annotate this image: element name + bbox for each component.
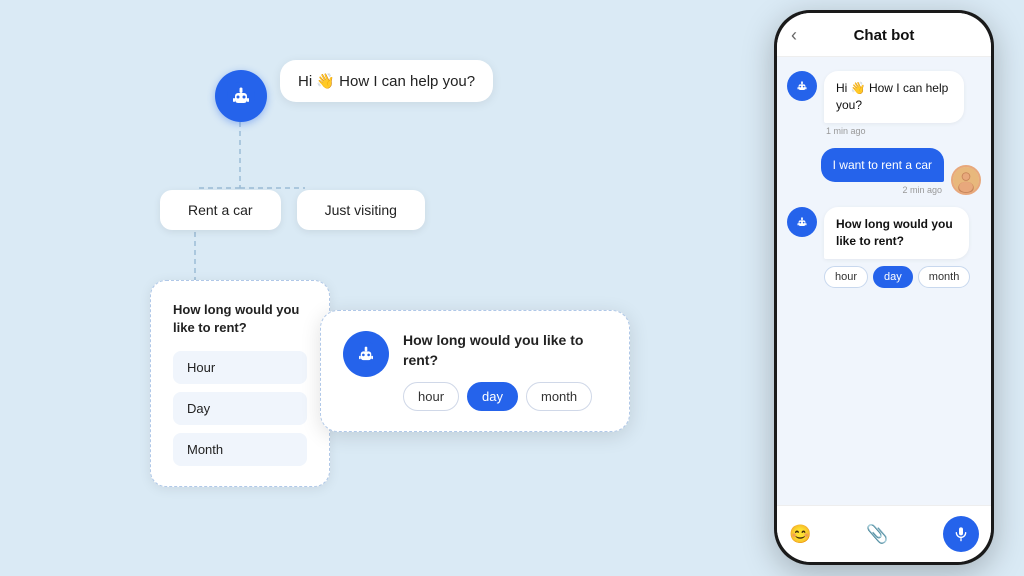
attachment-icon[interactable]: 📎 <box>866 524 888 545</box>
float-bot-icon <box>343 331 389 377</box>
bot-question-row: How long would you like to rent? hour da… <box>787 207 981 288</box>
float-options: hour day month <box>403 382 607 411</box>
float-hour-opt[interactable]: hour <box>403 382 459 411</box>
bot-text-1: Hi 👋 How I can help you? <box>836 81 948 112</box>
day-option[interactable]: Day <box>173 392 307 425</box>
bot-message-1: Hi 👋 How I can help you? 1 min ago <box>787 71 981 136</box>
float-month-opt[interactable]: month <box>526 382 592 411</box>
user-message-1: I want to rent a car 2 min ago <box>787 148 981 196</box>
flow-diagram: Hi 👋 How I can help you? Rent a car Just… <box>40 40 520 560</box>
bot-avatar-large <box>215 70 267 122</box>
footer-center: 📎 <box>821 524 933 545</box>
bot-time-1: 1 min ago <box>824 126 964 136</box>
phone-hour-opt[interactable]: hour <box>824 266 868 288</box>
bot-q-options: hour day month <box>824 266 970 288</box>
phone-day-opt[interactable]: day <box>873 266 913 288</box>
phone-screen: ‹ Chat bot <box>777 13 991 562</box>
hi-bubble: Hi 👋 How I can help you? <box>280 60 493 102</box>
bot-question-bubble: How long would you like to rent? <box>824 207 969 259</box>
user-bubble-1: I want to rent a car <box>821 148 944 183</box>
phone-month-opt[interactable]: month <box>918 266 971 288</box>
emoji-icon[interactable]: 😊 <box>789 524 811 545</box>
phone-frame: ‹ Chat bot <box>774 10 994 565</box>
option-row: Rent a car Just visiting <box>160 190 425 230</box>
user-avatar <box>951 165 981 195</box>
phone-footer: 😊 📎 <box>777 505 991 562</box>
chat-area: Hi 👋 How I can help you? 1 min ago I wan… <box>777 57 991 505</box>
float-chat-card: How long would you like to rent? hour da… <box>320 310 630 432</box>
bot-message-1-content: Hi 👋 How I can help you? 1 min ago <box>824 71 964 136</box>
user-time-1: 2 min ago <box>821 185 944 195</box>
mic-button[interactable] <box>943 516 979 552</box>
phone-header: ‹ Chat bot <box>777 13 991 57</box>
month-option[interactable]: Month <box>173 433 307 466</box>
float-card-content: How long would you like to rent? hour da… <box>403 331 607 411</box>
detail-card-title: How long would you like to rent? <box>173 301 307 337</box>
float-day-opt[interactable]: day <box>467 382 518 411</box>
just-visiting-option[interactable]: Just visiting <box>297 190 425 230</box>
bot-question-content: How long would you like to rent? hour da… <box>824 207 970 288</box>
rent-car-option[interactable]: Rent a car <box>160 190 281 230</box>
user-text-1: I want to rent a car <box>833 158 932 172</box>
bot-avatar-q <box>787 207 817 237</box>
rent-detail-card: How long would you like to rent? Hour Da… <box>150 280 330 487</box>
chat-title: Chat bot <box>819 27 949 44</box>
bot-bubble-1: Hi 👋 How I can help you? <box>824 71 964 123</box>
hour-option[interactable]: Hour <box>173 351 307 384</box>
bot-avatar-small <box>787 71 817 101</box>
back-button[interactable]: ‹ <box>791 25 811 46</box>
float-card-question: How long would you like to rent? <box>403 331 607 370</box>
